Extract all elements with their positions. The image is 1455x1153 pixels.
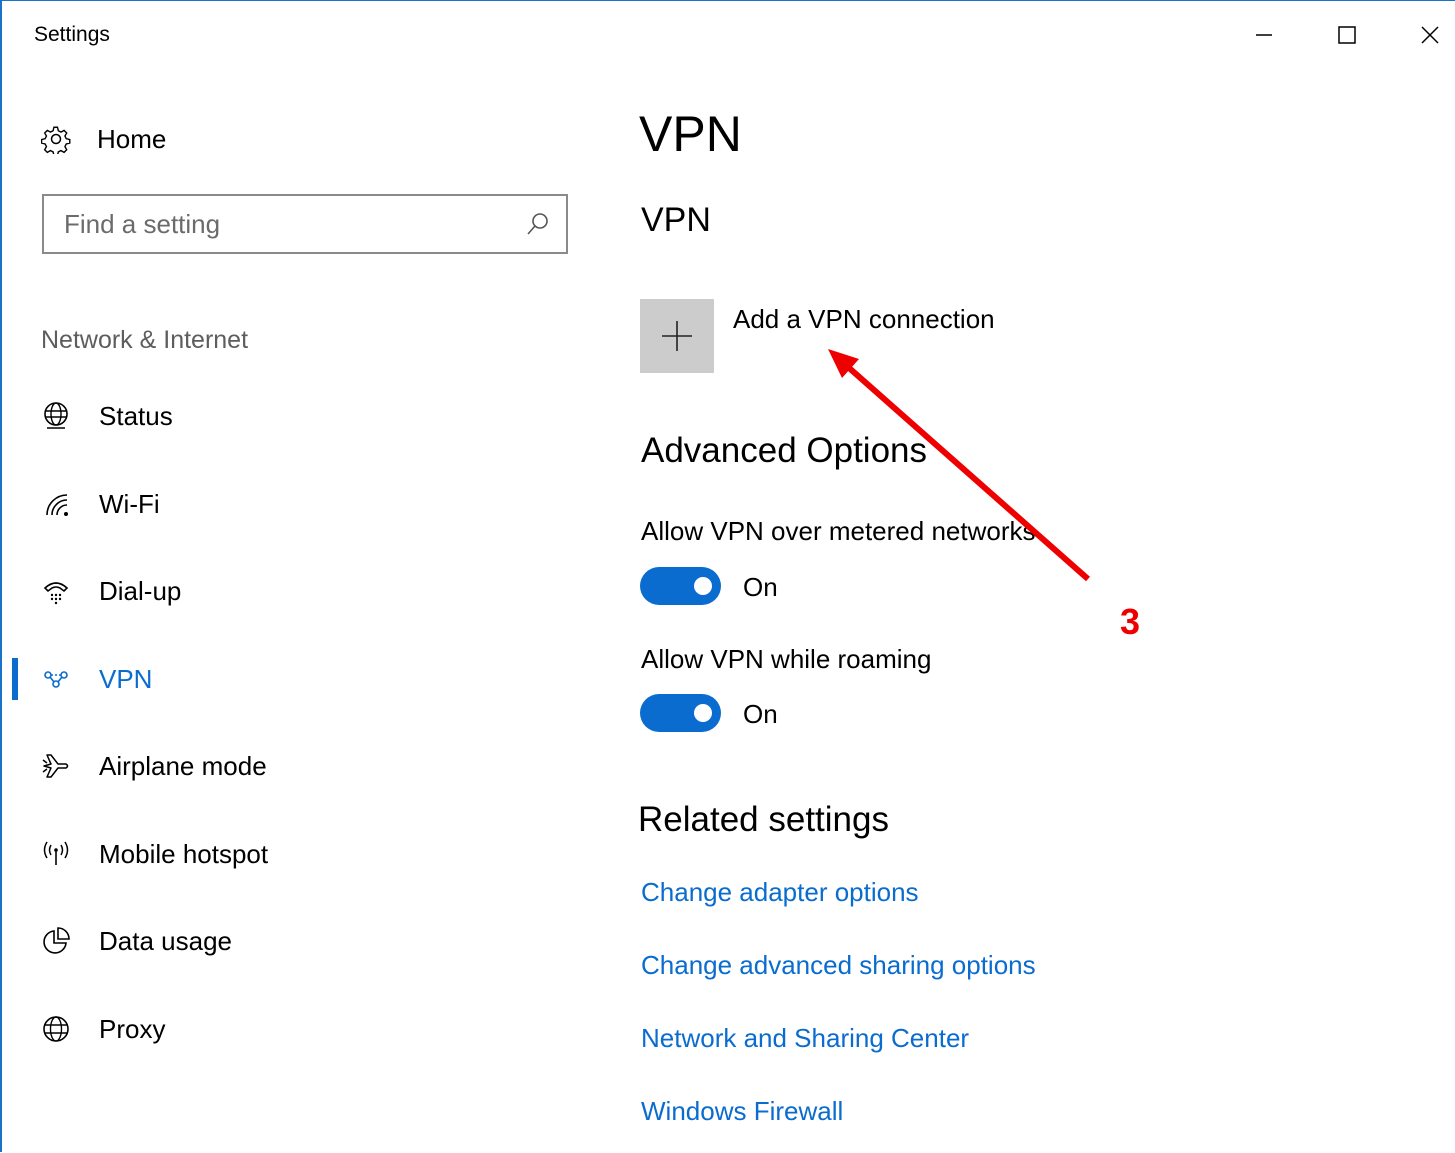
minimize-icon: [1256, 34, 1272, 36]
vpn-section-heading: VPN: [641, 201, 711, 239]
toggle-knob: [694, 577, 712, 595]
search-box: [42, 194, 568, 254]
sidebar-item-label: Mobile hotspot: [99, 838, 269, 869]
sidebar-item-airplane-mode[interactable]: Airplane mode: [2, 738, 602, 794]
active-indicator: [12, 658, 18, 700]
link-network-and-sharing-center[interactable]: Network and Sharing Center: [641, 1023, 969, 1054]
window-title: Settings: [34, 23, 110, 46]
section-label-network: Network & Internet: [41, 326, 249, 354]
sidebar-item-status[interactable]: Status: [2, 388, 602, 444]
add-vpn-button[interactable]: [640, 299, 714, 373]
sidebar-item-mobile-hotspot[interactable]: Mobile hotspot: [2, 826, 602, 882]
maximize-button[interactable]: [1325, 15, 1369, 55]
roaming-label: Allow VPN while roaming: [641, 644, 932, 674]
sidebar-item-label: VPN: [99, 663, 153, 694]
plus-icon: [662, 321, 692, 351]
hotspot-icon: [38, 836, 74, 872]
airplane-icon: [38, 748, 74, 784]
metered-networks-label: Allow VPN over metered networks: [641, 516, 1036, 546]
metered-networks-toggle[interactable]: [640, 567, 721, 605]
home-link[interactable]: Home: [38, 117, 166, 161]
metered-networks-state: On: [743, 572, 778, 602]
sidebar-item-wifi[interactable]: Wi-Fi: [2, 476, 602, 532]
link-change-adapter-options[interactable]: Change adapter options: [641, 877, 919, 908]
close-button[interactable]: [1408, 15, 1452, 55]
sidebar-item-proxy[interactable]: Proxy: [2, 1001, 602, 1057]
sidebar-item-label: Dial-up: [99, 575, 182, 606]
dialup-phone-icon: [38, 573, 74, 609]
home-label: Home: [97, 123, 167, 154]
sidebar-item-label: Data usage: [99, 925, 232, 956]
globe-icon: [38, 1011, 74, 1047]
link-change-advanced-sharing-options[interactable]: Change advanced sharing options: [641, 950, 1036, 981]
sidebar-item-label: Status: [99, 400, 173, 431]
sidebar-item-dialup[interactable]: Dial-up: [2, 563, 602, 619]
roaming-state: On: [743, 699, 778, 729]
close-icon: [1421, 26, 1439, 44]
add-vpn-label[interactable]: Add a VPN connection: [733, 304, 995, 335]
sidebar-item-label: Wi-Fi: [99, 488, 160, 519]
settings-window: Settings Home Network & Internet: [0, 0, 1455, 1152]
search-input[interactable]: [44, 196, 524, 252]
globe-status-icon: [38, 398, 74, 434]
link-windows-firewall[interactable]: Windows Firewall: [641, 1096, 843, 1127]
wifi-icon: [38, 486, 74, 522]
sidebar-item-data-usage[interactable]: Data usage: [2, 913, 602, 969]
page-title: VPN: [639, 106, 742, 162]
maximize-icon: [1338, 26, 1356, 44]
advanced-options-heading: Advanced Options: [641, 431, 928, 470]
minimize-button[interactable]: [1242, 15, 1286, 55]
title-bar: Settings: [2, 1, 1455, 71]
gear-icon: [38, 121, 74, 157]
sidebar-item-label: Airplane mode: [99, 750, 267, 781]
sidebar-item-vpn[interactable]: VPN: [2, 651, 602, 707]
vpn-icon: [38, 661, 74, 697]
toggle-knob: [694, 704, 712, 722]
roaming-toggle[interactable]: [640, 694, 721, 732]
related-settings-heading: Related settings: [638, 800, 889, 839]
search-icon[interactable]: [524, 210, 552, 238]
pie-chart-icon: [38, 923, 74, 959]
sidebar-item-label: Proxy: [99, 1013, 166, 1044]
annotation-step-number: 3: [1120, 601, 1141, 642]
